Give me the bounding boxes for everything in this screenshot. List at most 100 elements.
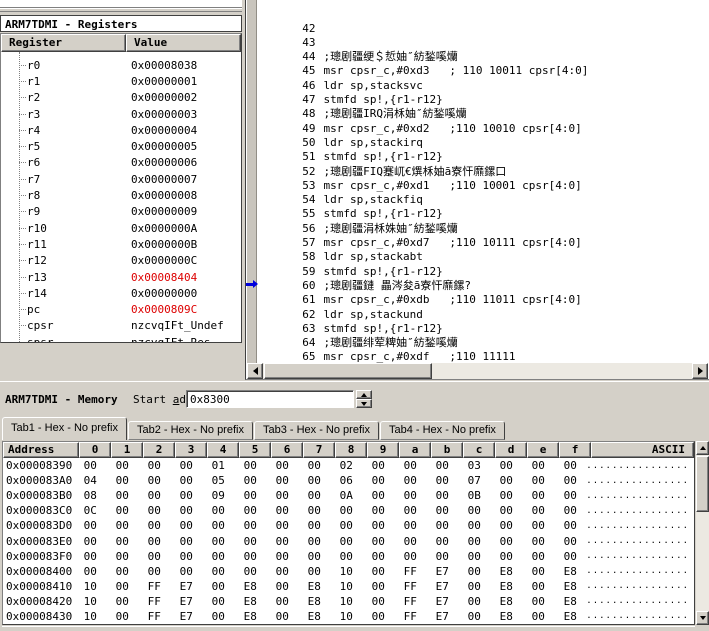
memory-byte-cell[interactable]: 00 [522, 565, 554, 578]
register-row[interactable]: r11 0x0000000B [1, 236, 241, 252]
memory-byte-cell[interactable]: 10 [330, 595, 362, 608]
memory-byte-cell[interactable]: 00 [266, 504, 298, 517]
memory-byte-cell[interactable]: 00 [330, 535, 362, 548]
memory-column-header[interactable]: 3 [175, 442, 207, 458]
memory-byte-cell[interactable]: 00 [458, 519, 490, 532]
memory-row[interactable]: 0x000083A0 04000000050000000600000007000… [3, 473, 694, 488]
spinner-down-button[interactable] [356, 399, 372, 408]
memory-byte-cell[interactable]: 00 [106, 489, 138, 502]
memory-byte-cell[interactable]: 08 [74, 489, 106, 502]
memory-row[interactable]: 0x000083D0 00000000000000000000000000000… [3, 518, 694, 533]
memory-byte-cell[interactable]: 00 [266, 550, 298, 563]
memory-byte-cell[interactable]: 00 [522, 580, 554, 593]
memory-byte-cell[interactable]: 00 [490, 550, 522, 563]
memory-byte-cell[interactable]: 00 [138, 519, 170, 532]
memory-byte-cell[interactable]: 00 [490, 535, 522, 548]
memory-byte-cell[interactable]: 00 [170, 459, 202, 472]
memory-byte-cell[interactable]: 00 [234, 535, 266, 548]
memory-byte-cell[interactable]: 00 [458, 504, 490, 517]
memory-byte-cell[interactable]: 00 [298, 504, 330, 517]
register-column-header[interactable]: Register [1, 34, 126, 52]
code-line[interactable]: 59 ;璁剧疆鏈 畾涔夋ā寮忓爢鏍? [246, 236, 709, 250]
memory-row[interactable]: 0x00008400 00000000000000001000FFE700E80… [3, 564, 694, 579]
memory-byte-cell[interactable]: 00 [490, 489, 522, 502]
code-line[interactable]: 54 stmfd sp!,{r1-r12} [246, 165, 709, 179]
memory-byte-cell[interactable]: 00 [266, 519, 298, 532]
memory-byte-cell[interactable]: 00 [298, 535, 330, 548]
memory-byte-cell[interactable]: 00 [202, 565, 234, 578]
memory-byte-cell[interactable]: E8 [234, 580, 266, 593]
memory-byte-cell[interactable]: 00 [394, 535, 426, 548]
memory-byte-cell[interactable]: 00 [554, 459, 586, 472]
memory-byte-cell[interactable]: 00 [298, 489, 330, 502]
memory-byte-cell[interactable]: 03 [458, 459, 490, 472]
memory-byte-cell[interactable]: 00 [362, 474, 394, 487]
register-value[interactable]: 0x00000007 [126, 173, 241, 186]
memory-byte-cell[interactable]: 0B [458, 489, 490, 502]
memory-column-header[interactable]: c [463, 442, 495, 458]
memory-byte-cell[interactable]: E7 [170, 580, 202, 593]
memory-byte-cell[interactable]: 00 [426, 504, 458, 517]
memory-tab-2[interactable]: Tab2 - Hex - No prefix [128, 421, 253, 440]
memory-byte-cell[interactable]: 00 [106, 550, 138, 563]
memory-byte-cell[interactable]: 00 [490, 504, 522, 517]
memory-byte-cell[interactable]: 00 [234, 459, 266, 472]
register-row[interactable]: r4 0x00000004 [1, 122, 241, 138]
memory-byte-cell[interactable]: 00 [234, 474, 266, 487]
memory-byte-cell[interactable]: E7 [170, 595, 202, 608]
memory-byte-cell[interactable]: 00 [170, 489, 202, 502]
memory-byte-cell[interactable]: 00 [298, 474, 330, 487]
memory-byte-cell[interactable]: 00 [202, 610, 234, 623]
memory-byte-cell[interactable]: 00 [522, 610, 554, 623]
memory-byte-cell[interactable]: 0C [74, 504, 106, 517]
memory-byte-cell[interactable]: 00 [234, 519, 266, 532]
memory-column-header[interactable]: 7 [303, 442, 335, 458]
memory-byte-cell[interactable]: 00 [522, 595, 554, 608]
memory-byte-cell[interactable]: E8 [554, 610, 586, 623]
memory-byte-cell[interactable]: 00 [138, 550, 170, 563]
memory-h-scrollbar[interactable] [2, 626, 695, 631]
register-value[interactable]: 0x00008038 [126, 59, 241, 72]
memory-column-header[interactable]: d [495, 442, 527, 458]
memory-byte-cell[interactable]: E7 [170, 610, 202, 623]
memory-byte-cell[interactable]: 00 [106, 504, 138, 517]
register-row[interactable]: r8 0x00000008 [1, 187, 241, 203]
memory-byte-cell[interactable]: 00 [362, 489, 394, 502]
memory-byte-cell[interactable]: E8 [490, 565, 522, 578]
register-value[interactable]: 0x00000006 [126, 156, 241, 169]
memory-byte-cell[interactable]: 00 [138, 474, 170, 487]
spinner-up-button[interactable] [356, 390, 372, 399]
memory-byte-cell[interactable]: 00 [138, 504, 170, 517]
memory-byte-cell[interactable]: 00 [202, 595, 234, 608]
memory-byte-cell[interactable]: 00 [202, 504, 234, 517]
memory-byte-cell[interactable]: 00 [202, 519, 234, 532]
code-h-scrollbar[interactable] [247, 363, 708, 379]
memory-byte-cell[interactable]: E8 [298, 610, 330, 623]
memory-byte-cell[interactable]: 0A [330, 489, 362, 502]
memory-byte-cell[interactable]: E8 [490, 580, 522, 593]
memory-byte-cell[interactable]: 00 [74, 565, 106, 578]
memory-byte-cell[interactable]: 00 [554, 535, 586, 548]
code-line[interactable]: 56 msr cpsr_c,#0xd7 ;110 10111 cpsr[4:0] [246, 193, 709, 207]
code-line[interactable]: 43 ;璁剧疆绠＄悊妯″紡鍫嗘爤 [246, 7, 709, 21]
register-value[interactable]: 0x00000008 [126, 189, 241, 202]
memory-byte-cell[interactable]: 00 [298, 519, 330, 532]
register-value[interactable]: 0x00000002 [126, 91, 241, 104]
register-row[interactable]: r13 0x00008404 [1, 269, 241, 285]
memory-byte-cell[interactable]: 00 [522, 535, 554, 548]
memory-byte-cell[interactable]: 00 [234, 489, 266, 502]
memory-byte-cell[interactable]: 00 [522, 489, 554, 502]
register-row[interactable]: r7 0x00000007 [1, 171, 241, 187]
memory-byte-cell[interactable]: 00 [234, 504, 266, 517]
memory-tab-3[interactable]: Tab3 - Hex - No prefix [254, 421, 379, 440]
memory-byte-cell[interactable]: 00 [266, 595, 298, 608]
code-line[interactable]: 47 ;璁剧疆IRQ涓柇妯″紡鍫嗘爤 [246, 64, 709, 78]
memory-byte-cell[interactable]: E7 [426, 580, 458, 593]
memory-byte-cell[interactable]: 00 [106, 565, 138, 578]
start-addr-input[interactable] [186, 390, 354, 408]
memory-v-scrollbar[interactable] [696, 441, 709, 625]
memory-column-header[interactable]: 6 [271, 442, 303, 458]
memory-byte-cell[interactable]: 00 [522, 519, 554, 532]
memory-row[interactable]: 0x000083F0 00000000000000000000000000000… [3, 549, 694, 564]
register-value[interactable]: 0x00000001 [126, 75, 241, 88]
